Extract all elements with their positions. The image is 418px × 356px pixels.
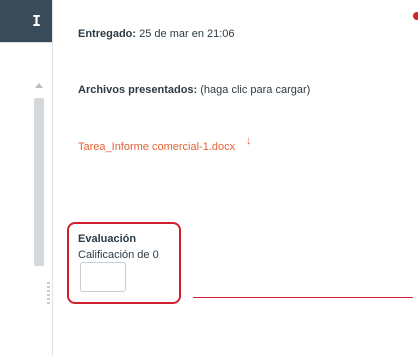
- toolbar: I: [0, 0, 52, 42]
- scrollbar-thumb[interactable]: [34, 98, 44, 266]
- files-row: Archivos presentados: (haga clic para ca…: [78, 83, 318, 98]
- panel-divider: [52, 0, 53, 356]
- download-icon[interactable]: ↓: [246, 135, 252, 147]
- files-hint: (haga clic para cargar): [200, 84, 311, 96]
- toolbar-divider: [0, 42, 52, 43]
- grade-text: Calificación de 0: [78, 249, 159, 261]
- grade-input[interactable]: [80, 262, 126, 292]
- collapse-panel-icon[interactable]: I: [32, 13, 44, 29]
- submitted-label: Entregado:: [78, 28, 137, 40]
- submitted-value: 25 de mar en 21:06: [139, 28, 235, 40]
- submission-details: Entregado: 25 de mar en 21:06 Archivos p…: [67, 0, 418, 356]
- evaluation-title: Evaluación: [78, 233, 137, 245]
- file-link[interactable]: Tarea_Informe comercial-1.docx: [78, 140, 235, 155]
- scrollbar[interactable]: [32, 83, 48, 273]
- highlight-connector-line: [193, 297, 413, 298]
- notification-dot-icon: [413, 12, 418, 20]
- left-panel: I: [0, 0, 52, 356]
- scroll-up-arrow-icon[interactable]: [35, 83, 43, 88]
- files-label: Archivos presentados:: [78, 84, 198, 96]
- resize-grip-icon[interactable]: [47, 282, 50, 304]
- submitted-row: Entregado: 25 de mar en 21:06: [78, 27, 235, 42]
